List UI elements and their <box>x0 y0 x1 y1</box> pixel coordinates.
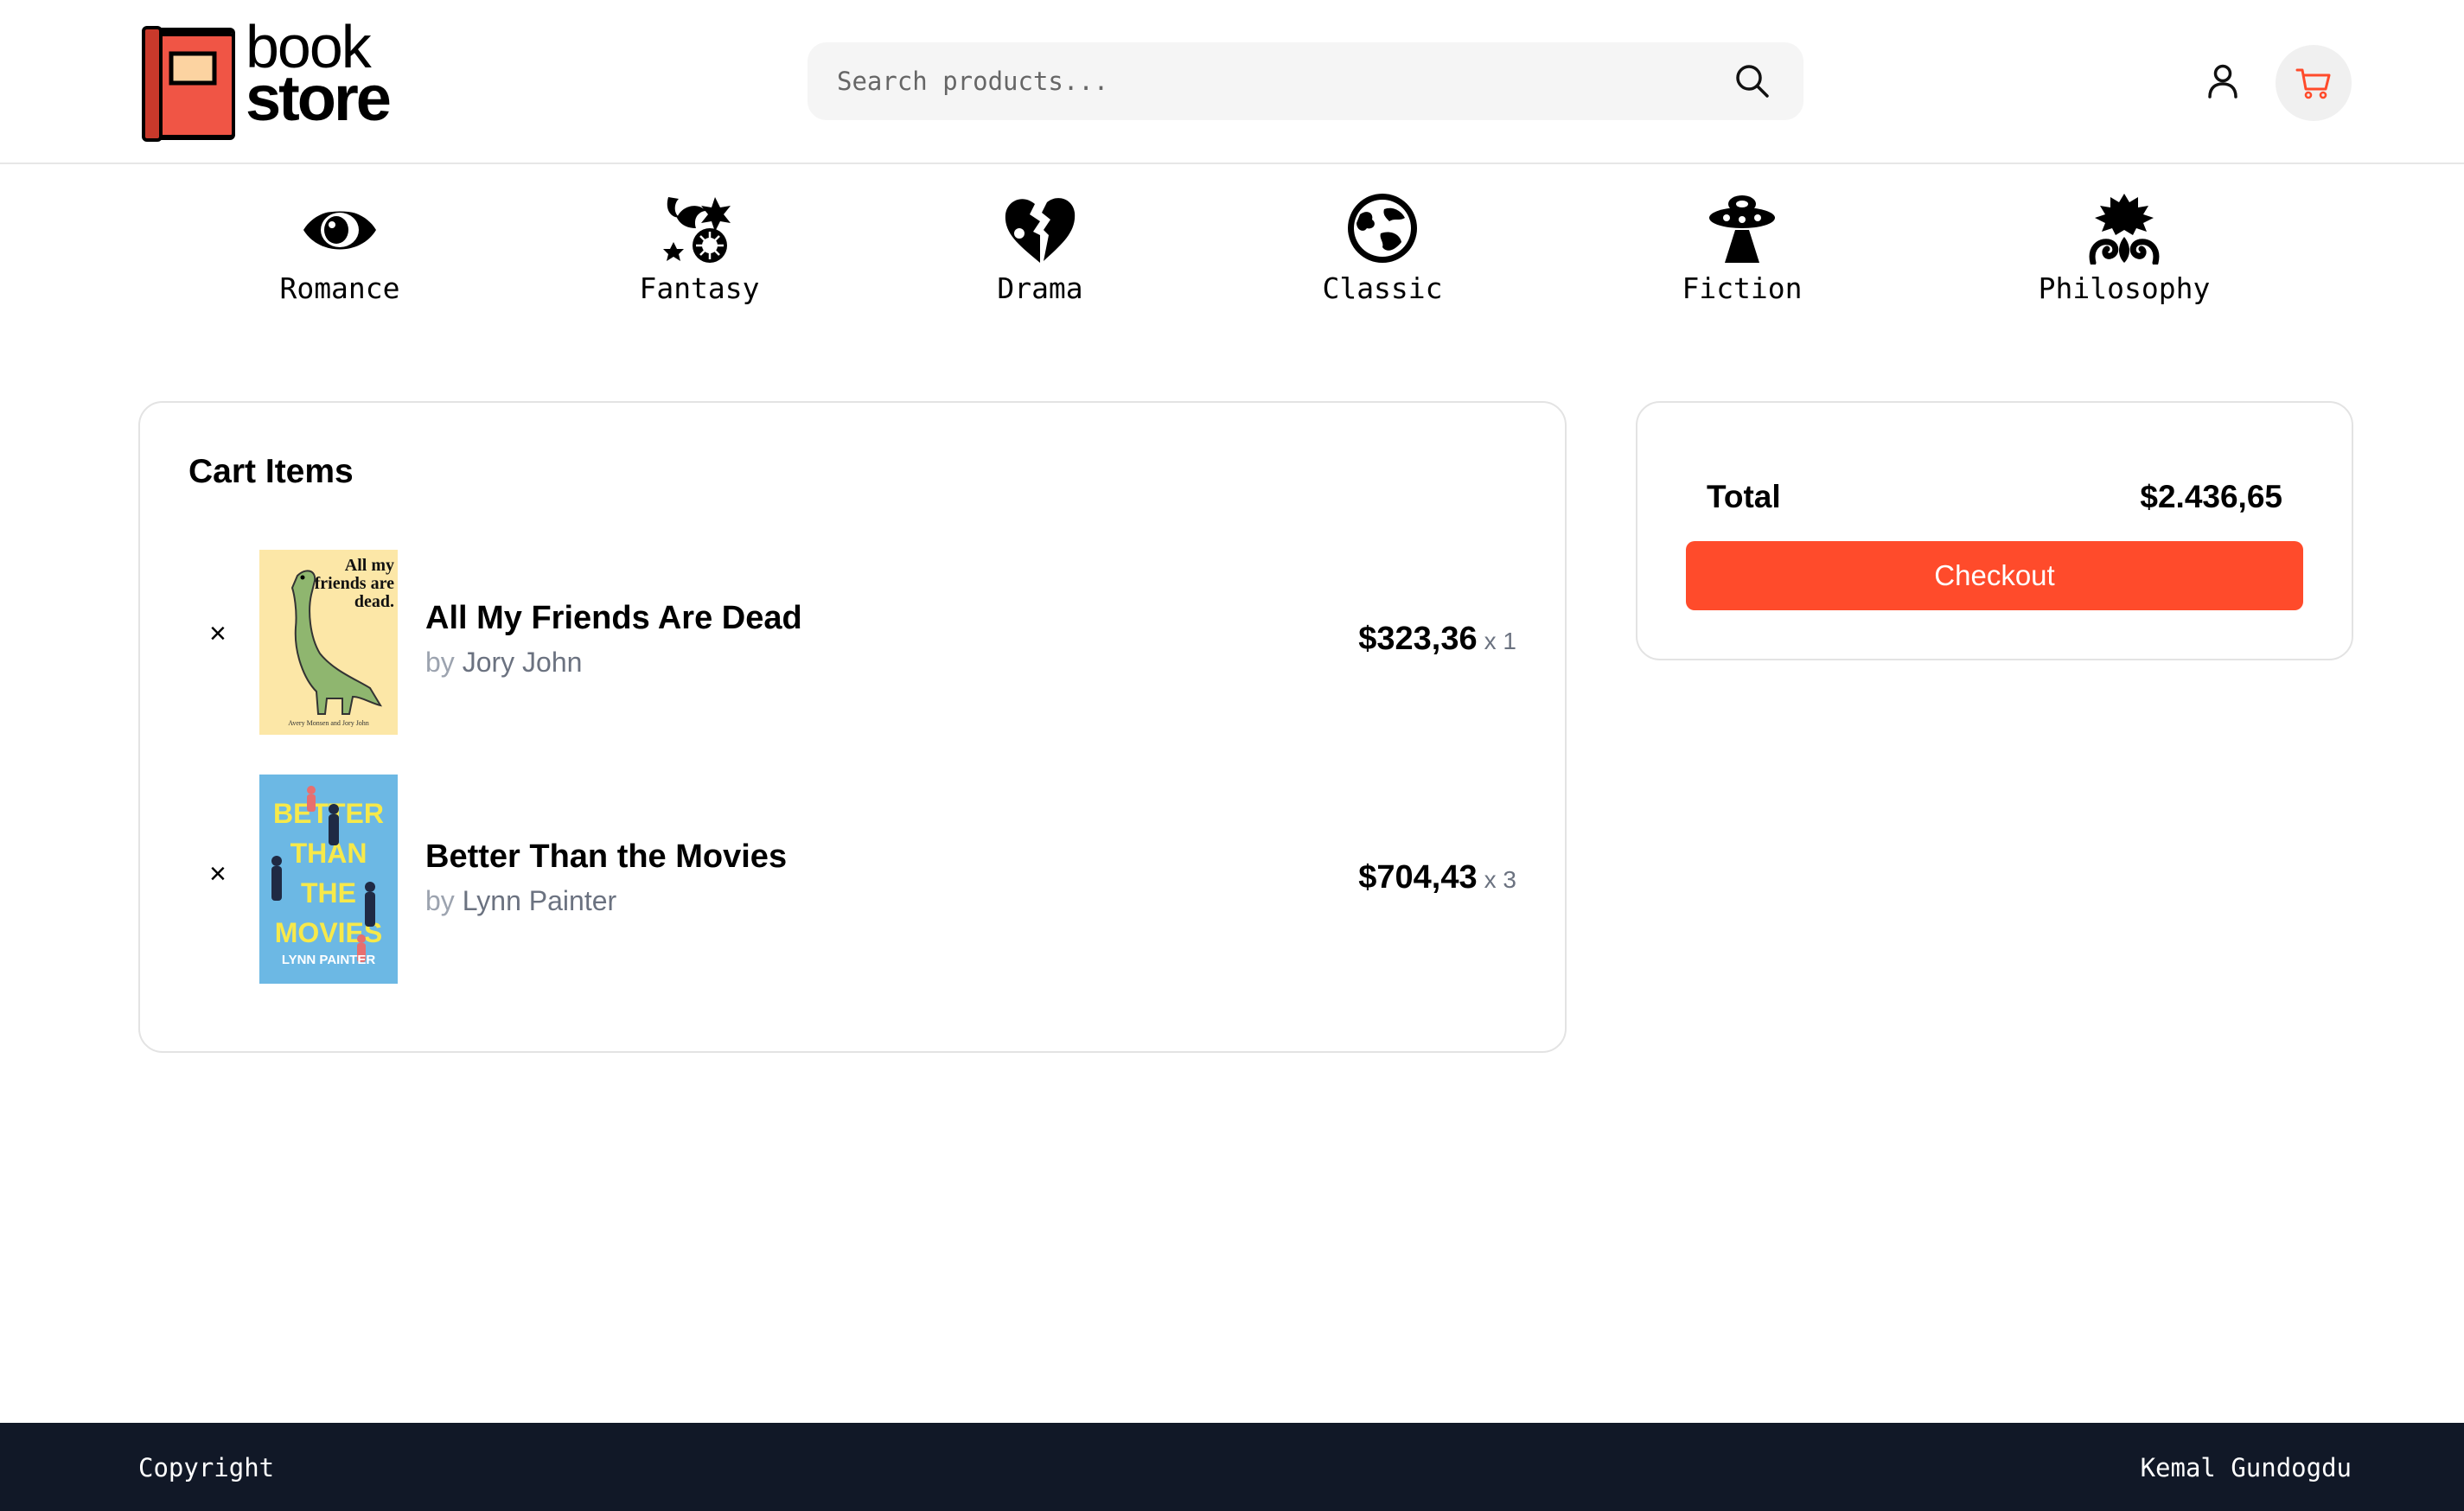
category-label: Philosophy <box>2038 271 2211 305</box>
cart-button[interactable] <box>2276 45 2352 121</box>
cart-panel: Cart Items × All my friends are dead. Av… <box>138 401 1567 1053</box>
search-bar[interactable]: Search products... <box>808 42 1803 120</box>
category-label: Classic <box>1322 271 1443 305</box>
item-title[interactable]: Better Than the Movies <box>425 838 787 876</box>
footer-copyright: Copyright <box>138 1453 275 1482</box>
item-author: by Lynn Painter <box>425 885 616 917</box>
total-value: $2.436,65 <box>2140 479 2282 514</box>
logo-text: book store <box>246 16 392 134</box>
item-quantity: x 1 <box>1484 628 1516 654</box>
item-price-value: $323,36 <box>1358 621 1478 657</box>
category-fantasy[interactable]: Fantasy <box>638 192 761 305</box>
user-icon[interactable] <box>2205 62 2241 100</box>
item-author-name: Jory John <box>462 647 583 678</box>
book-cover[interactable]: BETTER THAN THE MOVIES LYNN PAINTER <box>259 775 398 984</box>
item-author: by Jory John <box>425 647 582 679</box>
ufo-icon <box>1709 195 1775 263</box>
fantasy-icon <box>663 197 731 263</box>
item-quantity: x 3 <box>1484 866 1516 893</box>
cover-author-text: LYNN PAINTER <box>281 953 376 967</box>
search-icon[interactable] <box>1733 61 1772 101</box>
order-summary: Total $2.436,65 Checkout <box>1636 401 2353 660</box>
cart-icon <box>2295 68 2331 99</box>
item-title[interactable]: All My Friends Are Dead <box>425 600 802 637</box>
category-label: Fiction <box>1682 271 1803 305</box>
logo-line-2: store <box>246 62 392 134</box>
header: book store Search products... <box>0 0 2464 164</box>
category-fiction[interactable]: Fiction <box>1681 192 1803 305</box>
cover-title-text: All my friends are dead. <box>314 556 394 611</box>
remove-item-button[interactable]: × <box>209 858 227 891</box>
item-author-name: Lynn Painter <box>462 885 617 916</box>
logo[interactable]: book store <box>140 16 399 145</box>
book-logo-icon <box>142 26 235 142</box>
book-cover[interactable]: All my friends are dead. Avery Monsen an… <box>259 550 398 735</box>
philosophy-icon <box>2089 194 2160 265</box>
item-price-value: $704,43 <box>1358 859 1478 896</box>
checkout-button[interactable]: Checkout <box>1686 541 2303 610</box>
cart-item: × BETTER THAN THE MOVIES LYNN PAINTER Be… <box>140 775 1565 985</box>
cart-item: × All my friends are dead. Avery Monsen … <box>140 550 1565 736</box>
item-by-label: by <box>425 647 455 678</box>
total-label: Total <box>1707 479 1781 514</box>
category-romance[interactable]: Romance <box>278 192 401 305</box>
footer: Copyright Kemal Gundogdu <box>0 1423 2464 1511</box>
category-philosophy[interactable]: Philosophy <box>2033 192 2215 305</box>
eye-icon <box>303 208 376 250</box>
item-price: $704,43 x 3 <box>1358 859 1516 896</box>
item-price: $323,36 x 1 <box>1358 621 1516 658</box>
item-by-label: by <box>425 885 455 916</box>
category-drama[interactable]: Drama <box>988 192 1092 305</box>
cover-credit-text: Avery Monsen and Jory John <box>288 719 369 727</box>
category-label: Romance <box>279 271 400 305</box>
broken-heart-icon <box>1005 198 1076 263</box>
remove-item-button[interactable]: × <box>209 617 227 651</box>
globe-icon <box>1348 194 1417 263</box>
category-label: Drama <box>997 271 1083 305</box>
search-input[interactable]: Search products... <box>837 67 1108 96</box>
footer-author: Kemal Gundogdu <box>2140 1453 2352 1482</box>
category-label: Fantasy <box>639 271 760 305</box>
cart-title: Cart Items <box>188 453 354 490</box>
category-classic[interactable]: Classic <box>1321 192 1444 305</box>
